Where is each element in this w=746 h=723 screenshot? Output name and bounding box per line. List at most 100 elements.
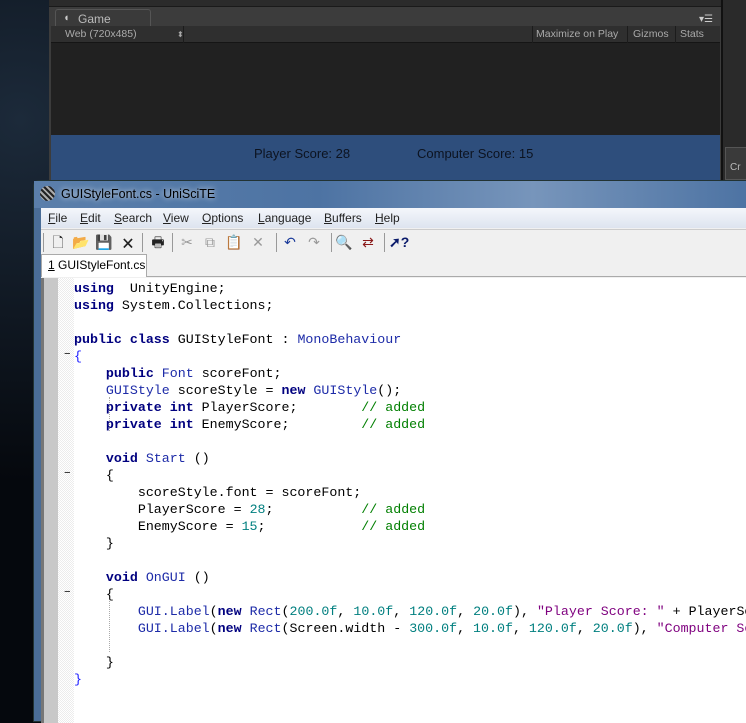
close-file-icon[interactable]: 🗙 xyxy=(119,233,137,251)
code-token: 20.0f xyxy=(473,604,513,619)
fold-marker-icon[interactable]: − xyxy=(64,349,71,361)
code-token: () xyxy=(185,570,210,585)
code-token: System.Collections; xyxy=(113,298,274,313)
code-token: using xyxy=(74,298,114,313)
file-tab-label: GUIStyleFont.cs xyxy=(58,258,146,272)
copy-icon[interactable]: ⧉ xyxy=(201,233,219,251)
right-panel: Cr xyxy=(721,0,746,180)
code-line: GUI.Label(new Rect(200.0f, 10.0f, 120.0f… xyxy=(74,603,746,620)
fold-marker-icon[interactable]: − xyxy=(64,468,71,480)
menu-language[interactable]: Language xyxy=(258,211,311,225)
code-token: GUI.Label xyxy=(137,621,210,636)
window-title: GUIStyleFont.cs - UniSciTE xyxy=(61,187,216,201)
code-token: , xyxy=(576,621,593,636)
code-line: { xyxy=(74,348,82,365)
delete-icon[interactable]: ✕ xyxy=(249,233,267,251)
resolution-dropdown[interactable]: Web (720x485) xyxy=(65,28,137,40)
gizmos-button[interactable]: Gizmos xyxy=(633,28,669,40)
code-line: public Font scoreFont; xyxy=(74,365,282,382)
code-token: public xyxy=(105,366,154,381)
cut-icon[interactable]: ✂ xyxy=(178,233,196,251)
code-line: GUI.Label(new Rect(Screen.width - 300.0f… xyxy=(74,620,746,637)
redo-icon[interactable]: ↷ xyxy=(305,233,323,251)
pacman-icon: ◖ xyxy=(63,12,70,24)
code-token: 10.0f xyxy=(473,621,513,636)
code-token: OnGUI xyxy=(145,570,186,585)
code-token: ; xyxy=(257,519,362,534)
code-line: scoreStyle.font = scoreFont; xyxy=(74,484,361,501)
new-file-icon[interactable]: 🗋 xyxy=(49,233,67,251)
undo-icon[interactable]: ↶ xyxy=(281,233,299,251)
code-token: public class xyxy=(74,332,170,347)
menu-buffers[interactable]: Buffers xyxy=(324,211,362,225)
code-token: Font xyxy=(161,366,194,381)
title-bar[interactable]: GUIStyleFont.cs - UniSciTE xyxy=(34,181,746,208)
code-line: void Start () xyxy=(74,450,210,467)
code-token: } xyxy=(74,655,114,670)
tab-label: Game xyxy=(78,12,111,26)
print-icon[interactable]: 🖶 xyxy=(149,233,167,251)
code-token: GUIStyleFont : xyxy=(169,332,298,347)
code-token: ), xyxy=(513,604,537,619)
file-tab-guistylefont[interactable]: 1 GUIStyleFont.cs xyxy=(41,254,147,277)
code-token: PlayerScore = xyxy=(74,502,250,517)
menu-file[interactable]: File xyxy=(48,211,67,225)
code-token: private int xyxy=(105,417,194,432)
code-line: { xyxy=(74,586,114,603)
code-line: { xyxy=(74,467,114,484)
code-token: () xyxy=(185,451,210,466)
code-token: 15 xyxy=(241,519,258,534)
stats-button[interactable]: Stats xyxy=(680,28,704,40)
code-line: GUIStyle scoreStyle = new GUIStyle(); xyxy=(74,382,401,399)
code-token: 10.0f xyxy=(353,604,394,619)
menu-view[interactable]: View xyxy=(163,211,189,225)
open-folder-icon[interactable]: 📂 xyxy=(72,233,90,251)
find-icon[interactable]: 🔍 xyxy=(335,233,353,251)
right-panel-tab[interactable]: Cr xyxy=(725,147,746,180)
code-token: "Player Score: " xyxy=(536,604,665,619)
code-token: 120.0f xyxy=(409,604,458,619)
menu-help[interactable]: Help xyxy=(375,211,400,225)
tab-game[interactable]: ◖ Game xyxy=(55,9,151,27)
code-token: UnityEngine; xyxy=(113,281,226,296)
fold-margin[interactable] xyxy=(58,278,74,723)
code-line: using System.Collections; xyxy=(74,297,274,314)
fold-marker-icon[interactable]: − xyxy=(64,587,71,599)
panel-menu-icon[interactable]: ▾☰ xyxy=(699,14,713,25)
code-line: private int PlayerScore; // added xyxy=(74,399,425,416)
code-line: using UnityEngine; xyxy=(74,280,226,297)
code-token: { xyxy=(74,587,114,602)
code-token: // added xyxy=(361,400,426,415)
code-token: ( xyxy=(209,621,218,636)
code-token: scoreFont; xyxy=(193,366,282,381)
code-token: Rect xyxy=(249,604,282,619)
code-token: scoreStyle.font = scoreFont; xyxy=(74,485,362,500)
player-score-label: Player Score: 28 xyxy=(254,146,351,161)
menu-edit[interactable]: Edit xyxy=(80,211,101,225)
save-icon[interactable]: 💾 xyxy=(95,233,113,251)
code-token: , xyxy=(512,621,529,636)
maximize-on-play-button[interactable]: Maximize on Play xyxy=(536,28,618,40)
replace-icon[interactable]: ⇄ xyxy=(359,233,377,251)
file-tab-index: 1 xyxy=(48,258,55,272)
context-help-icon[interactable]: ➚? xyxy=(389,233,409,251)
code-token: } xyxy=(74,672,82,687)
code-token: Start xyxy=(145,451,186,466)
paste-icon[interactable]: 📋 xyxy=(225,233,243,251)
code-editor[interactable]: using UnityEngine; using System.Collectio… xyxy=(41,278,746,723)
menu-search[interactable]: Search xyxy=(114,211,152,225)
code-line: } xyxy=(74,654,114,671)
code-token: MonoBehaviour xyxy=(297,332,402,347)
code-token: // added xyxy=(361,519,426,534)
code-line: void OnGUI () xyxy=(74,569,210,586)
menu-options[interactable]: Options xyxy=(202,211,243,225)
game-score-area: Player Score: 28 Computer Score: 15 xyxy=(51,135,720,180)
code-token: + PlayerScore xyxy=(672,604,746,619)
code-token: using xyxy=(74,281,114,296)
code-token: GUIStyle xyxy=(105,383,170,398)
code-token: new xyxy=(217,604,242,619)
code-token: EnemyScore; xyxy=(193,417,362,432)
